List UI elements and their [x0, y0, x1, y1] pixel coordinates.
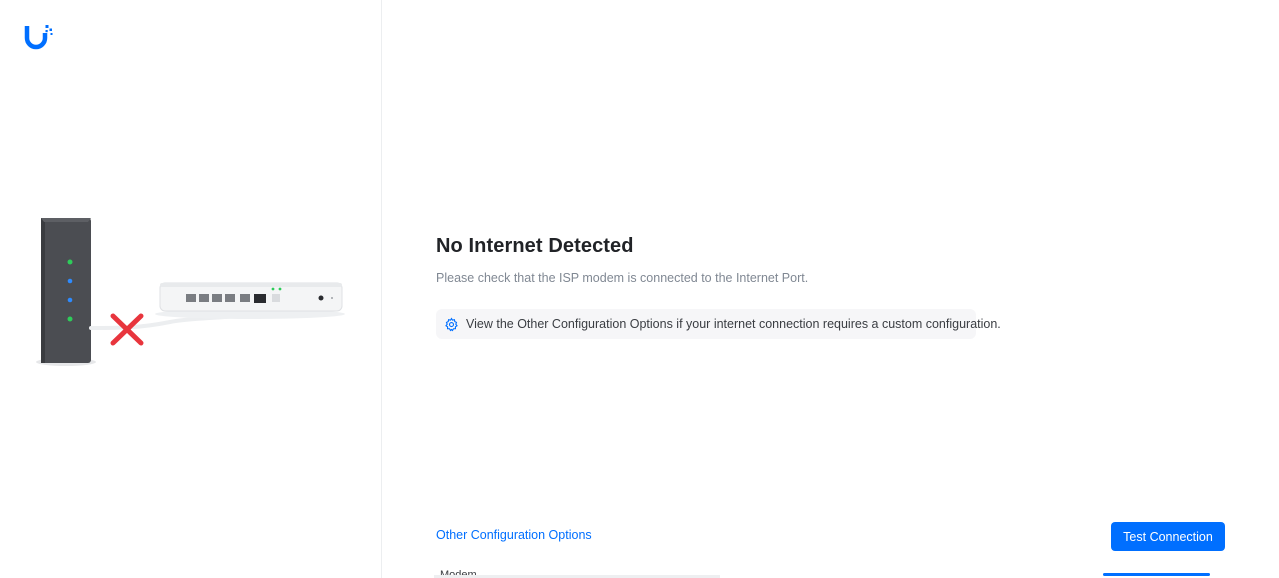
main-content: No Internet Detected Please check that t… — [436, 235, 1236, 339]
connection-illustration — [36, 218, 345, 366]
setup-page: No Internet Detected Please check that t… — [0, 0, 1279, 578]
page-subtitle: Please check that the ISP modem is conne… — [436, 271, 809, 285]
modem-icon — [41, 218, 91, 363]
other-configuration-options-link[interactable]: Other Configuration Options — [436, 528, 592, 542]
info-banner: View the Other Configuration Options if … — [436, 309, 1001, 339]
left-panel — [0, 0, 382, 578]
gateway-device-icon — [159, 282, 343, 312]
underlay-button-edge — [1103, 573, 1210, 576]
ubiquiti-logo-icon — [24, 25, 53, 50]
test-connection-button[interactable]: Test Connection — [1111, 522, 1225, 551]
page-title: No Internet Detected — [436, 235, 634, 257]
gear-icon — [444, 317, 459, 332]
info-text: View the Other Configuration Options if … — [466, 317, 1001, 331]
